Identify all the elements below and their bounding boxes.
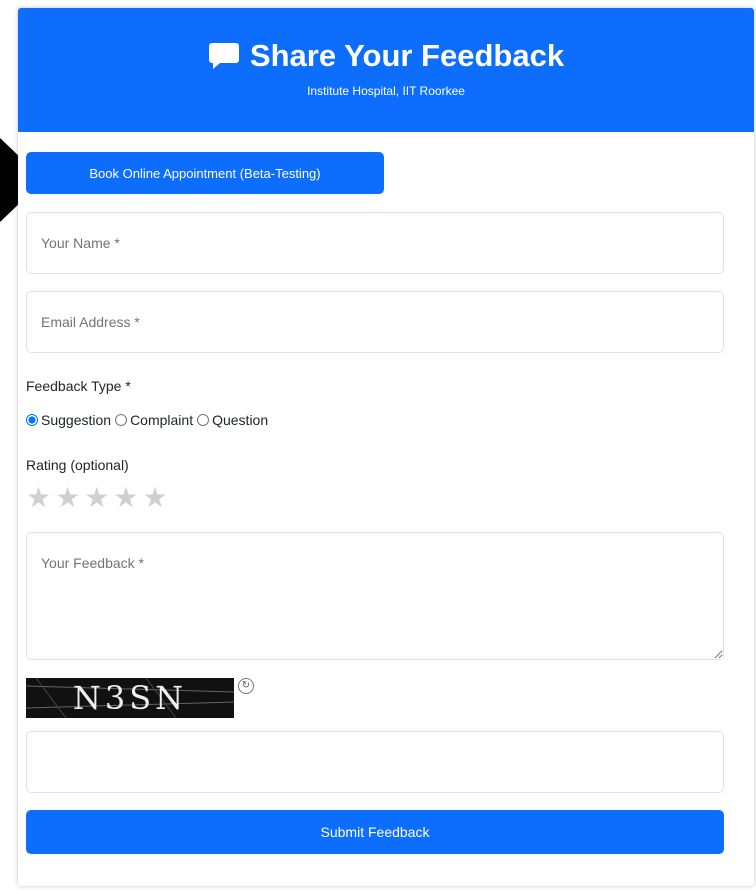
refresh-icon[interactable]: ↻ xyxy=(238,678,254,694)
star-icon-1[interactable]: ★ xyxy=(26,484,51,512)
captcha-text: N3SN xyxy=(72,679,188,717)
rating-stars: ★ ★ ★ ★ ★ xyxy=(26,484,168,512)
feedback-type-label: Feedback Type * xyxy=(26,378,131,394)
captcha-image: N3SN xyxy=(26,678,234,718)
page-subtitle: Institute Hospital, IIT Roorkee xyxy=(307,84,465,98)
star-icon-2[interactable]: ★ xyxy=(55,484,80,512)
comment-icon xyxy=(208,43,239,69)
email-input[interactable] xyxy=(26,291,724,353)
book-appointment-button[interactable]: Book Online Appointment (Beta-Testing) xyxy=(26,152,384,194)
radio-complaint-label: Complaint xyxy=(130,412,194,428)
rating-label: Rating (optional) xyxy=(26,457,129,473)
name-input[interactable] xyxy=(26,212,724,274)
captcha-input[interactable] xyxy=(26,731,724,793)
radio-complaint-input[interactable] xyxy=(115,414,128,426)
page-title-text: Share Your Feedback xyxy=(249,38,565,73)
radio-suggestion-label: Suggestion xyxy=(41,412,112,428)
radio-question-input[interactable] xyxy=(197,414,210,426)
radio-suggestion[interactable]: Suggestion xyxy=(26,412,111,428)
feedback-textarea[interactable] xyxy=(26,532,724,660)
star-icon-4[interactable]: ★ xyxy=(113,484,138,512)
submit-feedback-button[interactable]: Submit Feedback xyxy=(26,810,724,854)
radio-suggestion-input[interactable] xyxy=(26,414,38,426)
header: Share Your Feedback Institute Hospital, … xyxy=(18,8,754,132)
captcha: N3SN ↻ xyxy=(26,678,254,718)
radio-complaint[interactable]: Complaint xyxy=(115,412,193,428)
radio-question-label: Question xyxy=(212,412,269,428)
page-title: Share Your Feedback xyxy=(18,8,754,74)
feedback-type-group: Suggestion Complaint Question xyxy=(26,412,272,428)
star-icon-5[interactable]: ★ xyxy=(142,484,167,512)
star-icon-3[interactable]: ★ xyxy=(84,484,109,512)
radio-question[interactable]: Question xyxy=(197,412,268,428)
